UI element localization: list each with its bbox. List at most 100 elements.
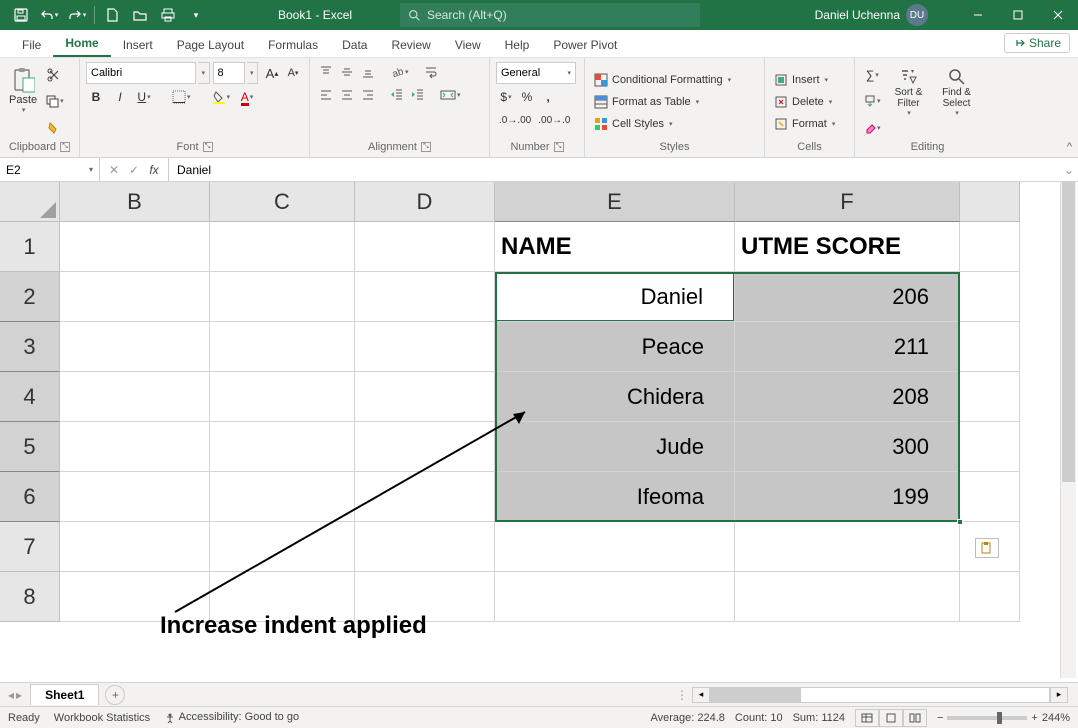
cell[interactable] bbox=[60, 222, 210, 272]
row-header-3[interactable]: 3 bbox=[0, 322, 60, 372]
decrease-decimal-button[interactable]: .00→.0 bbox=[535, 110, 573, 130]
decrease-font-button[interactable]: A▾ bbox=[283, 63, 303, 83]
cell[interactable] bbox=[60, 422, 210, 472]
autosum-button[interactable]: ∑▾ bbox=[861, 65, 884, 85]
fx-icon[interactable]: fx bbox=[144, 163, 164, 177]
cell-F2[interactable]: 206 bbox=[735, 272, 960, 322]
col-header-C[interactable]: C bbox=[210, 182, 355, 222]
tab-home[interactable]: Home bbox=[53, 30, 110, 57]
undo-icon[interactable]: ▾ bbox=[36, 3, 62, 27]
cut-button[interactable] bbox=[42, 65, 67, 85]
increase-font-button[interactable]: A▴ bbox=[262, 63, 282, 83]
decrease-indent-button[interactable] bbox=[387, 85, 407, 105]
format-cells-button[interactable]: Format▾ bbox=[771, 114, 848, 134]
cell[interactable] bbox=[210, 222, 355, 272]
cell[interactable] bbox=[495, 522, 735, 572]
name-box[interactable]: E2▾ bbox=[0, 158, 100, 181]
cell[interactable] bbox=[735, 572, 960, 622]
cell[interactable] bbox=[960, 422, 1020, 472]
print-icon[interactable] bbox=[155, 3, 181, 27]
bold-button[interactable]: B bbox=[86, 87, 106, 107]
sheet-nav-prev-icon[interactable]: ◂ bbox=[8, 688, 14, 702]
cell[interactable] bbox=[355, 222, 495, 272]
increase-indent-button[interactable] bbox=[408, 85, 428, 105]
cell[interactable] bbox=[960, 572, 1020, 622]
fill-color-button[interactable]: ▾ bbox=[209, 87, 234, 107]
italic-button[interactable]: I bbox=[110, 87, 130, 107]
row-header-8[interactable]: 8 bbox=[0, 572, 60, 622]
cell[interactable] bbox=[60, 322, 210, 372]
tab-review[interactable]: Review bbox=[379, 32, 442, 57]
cell[interactable] bbox=[210, 522, 355, 572]
comma-format-button[interactable]: , bbox=[538, 87, 558, 107]
cell-styles-button[interactable]: Cell Styles▾ bbox=[591, 114, 758, 134]
cell-F6[interactable]: 199 bbox=[735, 472, 960, 522]
borders-button[interactable]: ▾ bbox=[169, 87, 194, 107]
alignment-dialog-icon[interactable]: ⤡ bbox=[421, 142, 431, 152]
search-box[interactable]: Search (Alt+Q) bbox=[400, 3, 700, 27]
cell-E1[interactable]: NAME bbox=[495, 222, 735, 272]
align-bottom-button[interactable] bbox=[358, 62, 378, 82]
merge-center-button[interactable]: ▾ bbox=[437, 85, 464, 105]
cell[interactable] bbox=[495, 572, 735, 622]
tab-view[interactable]: View bbox=[443, 32, 493, 57]
row-header-7[interactable]: 7 bbox=[0, 522, 60, 572]
increase-decimal-button[interactable]: .0→.00 bbox=[496, 110, 534, 130]
cell[interactable] bbox=[735, 522, 960, 572]
worksheet-grid[interactable]: B C D E F 1 NAME UTME SCORE 2 206 3 Peac… bbox=[0, 182, 1058, 678]
row-header-1[interactable]: 1 bbox=[0, 222, 60, 272]
expand-formula-bar-icon[interactable]: ⌄ bbox=[1060, 158, 1078, 181]
cell-E6[interactable]: Ifeoma bbox=[495, 472, 735, 522]
col-header-F[interactable]: F bbox=[735, 182, 960, 222]
cell-E5[interactable]: Jude bbox=[495, 422, 735, 472]
percent-format-button[interactable]: % bbox=[517, 87, 537, 107]
share-button[interactable]: Share bbox=[1004, 33, 1070, 53]
cell[interactable] bbox=[210, 272, 355, 322]
enter-formula-icon[interactable]: ✓ bbox=[124, 163, 144, 177]
row-header-5[interactable]: 5 bbox=[0, 422, 60, 472]
zoom-level[interactable]: 244% bbox=[1042, 712, 1070, 724]
horizontal-scroll-thumb[interactable] bbox=[711, 688, 801, 702]
cell[interactable] bbox=[210, 322, 355, 372]
status-workbook-stats[interactable]: Workbook Statistics bbox=[54, 712, 150, 724]
col-header-D[interactable]: D bbox=[355, 182, 495, 222]
cell[interactable] bbox=[60, 272, 210, 322]
horizontal-scrollbar[interactable] bbox=[710, 687, 1050, 703]
row-header-4[interactable]: 4 bbox=[0, 372, 60, 422]
cell[interactable] bbox=[60, 522, 210, 572]
tab-power-pivot[interactable]: Power Pivot bbox=[541, 32, 629, 57]
format-as-table-button[interactable]: Format as Table▾ bbox=[591, 92, 758, 112]
tab-data[interactable]: Data bbox=[330, 32, 379, 57]
save-icon[interactable] bbox=[8, 3, 34, 27]
cell-F4[interactable]: 208 bbox=[735, 372, 960, 422]
minimize-button[interactable] bbox=[958, 0, 998, 30]
tab-page-layout[interactable]: Page Layout bbox=[165, 32, 256, 57]
status-accessibility[interactable]: Accessibility: Good to go bbox=[164, 711, 299, 723]
sort-filter-button[interactable]: Sort & Filter▾ bbox=[886, 62, 932, 122]
cell[interactable] bbox=[960, 322, 1020, 372]
orientation-button[interactable]: ab▾ bbox=[387, 62, 412, 82]
sheet-tab-sheet1[interactable]: Sheet1 bbox=[30, 684, 99, 705]
tab-formulas[interactable]: Formulas bbox=[256, 32, 330, 57]
cell[interactable] bbox=[355, 372, 495, 422]
align-right-button[interactable] bbox=[358, 85, 378, 105]
fill-button[interactable]: ▾ bbox=[861, 91, 884, 111]
zoom-in-icon[interactable]: + bbox=[1031, 712, 1037, 724]
zoom-out-icon[interactable]: − bbox=[937, 712, 943, 724]
cell-E4[interactable]: Chidera bbox=[495, 372, 735, 422]
select-all-corner[interactable] bbox=[0, 182, 60, 222]
view-normal-icon[interactable] bbox=[855, 709, 879, 727]
insert-cells-button[interactable]: Insert▾ bbox=[771, 70, 848, 90]
collapse-ribbon-icon[interactable]: ^ bbox=[1067, 141, 1072, 153]
cell[interactable] bbox=[210, 472, 355, 522]
cell[interactable] bbox=[355, 272, 495, 322]
zoom-slider[interactable] bbox=[947, 716, 1027, 720]
vertical-scroll-thumb[interactable] bbox=[1062, 182, 1075, 482]
cell-F3[interactable]: 211 bbox=[735, 322, 960, 372]
cell[interactable] bbox=[210, 372, 355, 422]
font-name-input[interactable] bbox=[86, 62, 196, 84]
tab-help[interactable]: Help bbox=[493, 32, 542, 57]
format-painter-button[interactable] bbox=[42, 118, 67, 138]
view-page-break-icon[interactable] bbox=[903, 709, 927, 727]
hscroll-right-icon[interactable]: ▸ bbox=[1050, 687, 1068, 703]
